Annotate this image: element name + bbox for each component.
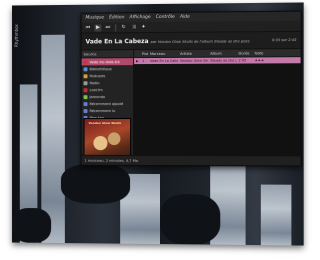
menu-edit[interactable]: Édition <box>109 15 124 20</box>
sidebar-item-label: Jamendo <box>89 95 105 99</box>
play-icon[interactable]: ▶ <box>94 24 101 31</box>
track-artist: Voodoo Glow Skulls <box>178 59 208 63</box>
rock <box>12 208 51 243</box>
track-title: Vade En La Cabeza <box>148 59 178 63</box>
sidebar-item-label: Podcasts <box>89 74 105 78</box>
column-header-title[interactable]: Morceau <box>148 51 178 55</box>
status-bar: 1 morceau, 2 minutes, 4,7 Mo <box>82 155 301 166</box>
smart-playlist-icon <box>84 109 88 113</box>
previous-icon[interactable]: ⏮ <box>85 24 92 31</box>
lastfm-icon <box>84 88 88 92</box>
column-header-artist[interactable]: Artiste <box>178 51 208 55</box>
track-duration: 2:45 <box>236 58 252 62</box>
playback-time: 0:35 sur 2:45 <box>272 38 297 42</box>
rock <box>61 164 130 204</box>
next-icon[interactable]: ⏭ <box>104 24 111 31</box>
rock <box>160 194 220 245</box>
column-header-duration[interactable]: Durée <box>236 51 252 55</box>
track-rating[interactable]: ★★★ <box>253 58 269 62</box>
sidebar-item-recently-played[interactable]: Récemment lu <box>82 107 133 114</box>
radio-icon <box>84 81 88 85</box>
track-number: 1 <box>140 59 148 63</box>
column-header-rating[interactable]: Note <box>253 51 269 55</box>
sidebar-item-label: Bibliothèque <box>89 67 111 71</box>
sidebar-item-label: Récemment ajouté <box>89 102 123 106</box>
sidebar-item-label: Radio <box>89 81 99 85</box>
playlist-icon <box>84 60 88 64</box>
shuffle-icon[interactable]: ⤨ <box>130 24 137 31</box>
desktop-screenshot: Rhythmbox Musique Édition Affichage Cont… <box>12 2 304 245</box>
podcast-icon <box>84 74 88 78</box>
table-row[interactable]: ▶ 1 Vade En La Cabeza Voodoo Glow Skulls… <box>134 57 301 64</box>
sidebar-item-label: Last.fm <box>89 88 102 92</box>
song-title: Vade En La Cabeza <box>86 38 149 45</box>
column-header-album[interactable]: Album <box>208 51 236 55</box>
column-header-track[interactable]: Piste <box>140 52 148 56</box>
cover-text: Voodoo Glow Skulls <box>88 121 121 125</box>
menu-view[interactable]: Affichage <box>129 15 150 20</box>
rhythmbox-window[interactable]: Musique Édition Affichage Contrôle Aide … <box>81 11 302 167</box>
repeat-icon[interactable]: ↻ <box>120 24 127 31</box>
menu-help[interactable]: Aide <box>180 15 190 20</box>
menu-control[interactable]: Contrôle <box>156 15 175 20</box>
jamendo-icon <box>84 95 88 99</box>
stage: Rhythmbox Musique Édition Affichage Cont… <box>0 0 320 260</box>
song-subtitle: par Voodoo Glow Skulls de l'album Steady… <box>151 39 250 44</box>
library-icon <box>84 67 88 71</box>
waterfall <box>261 185 292 246</box>
track-list: Piste Morceau Artiste Album Durée Note ▶… <box>134 49 301 156</box>
panel-label: Rhythmbox <box>14 7 22 47</box>
visualizer-icon[interactable]: ✦ <box>140 24 147 31</box>
menu-music[interactable]: Musique <box>86 15 105 20</box>
sidebar-item-label: Vade Inc-Aide-Ed <box>89 60 119 64</box>
track-album: Steady as she goes <box>208 59 236 63</box>
content-area: Source Vade Inc-Aide-Ed Bibliothèque Pod… <box>82 49 301 156</box>
smart-playlist-icon <box>84 102 88 106</box>
source-sidebar: Source Vade Inc-Aide-Ed Bibliothèque Pod… <box>82 50 134 156</box>
toolbar-separator <box>115 24 116 31</box>
sidebar-item-label: Récemment lu <box>89 109 115 113</box>
now-playing-bar: Vade En La Cabeza par Voodoo Glow Skulls… <box>82 32 301 51</box>
